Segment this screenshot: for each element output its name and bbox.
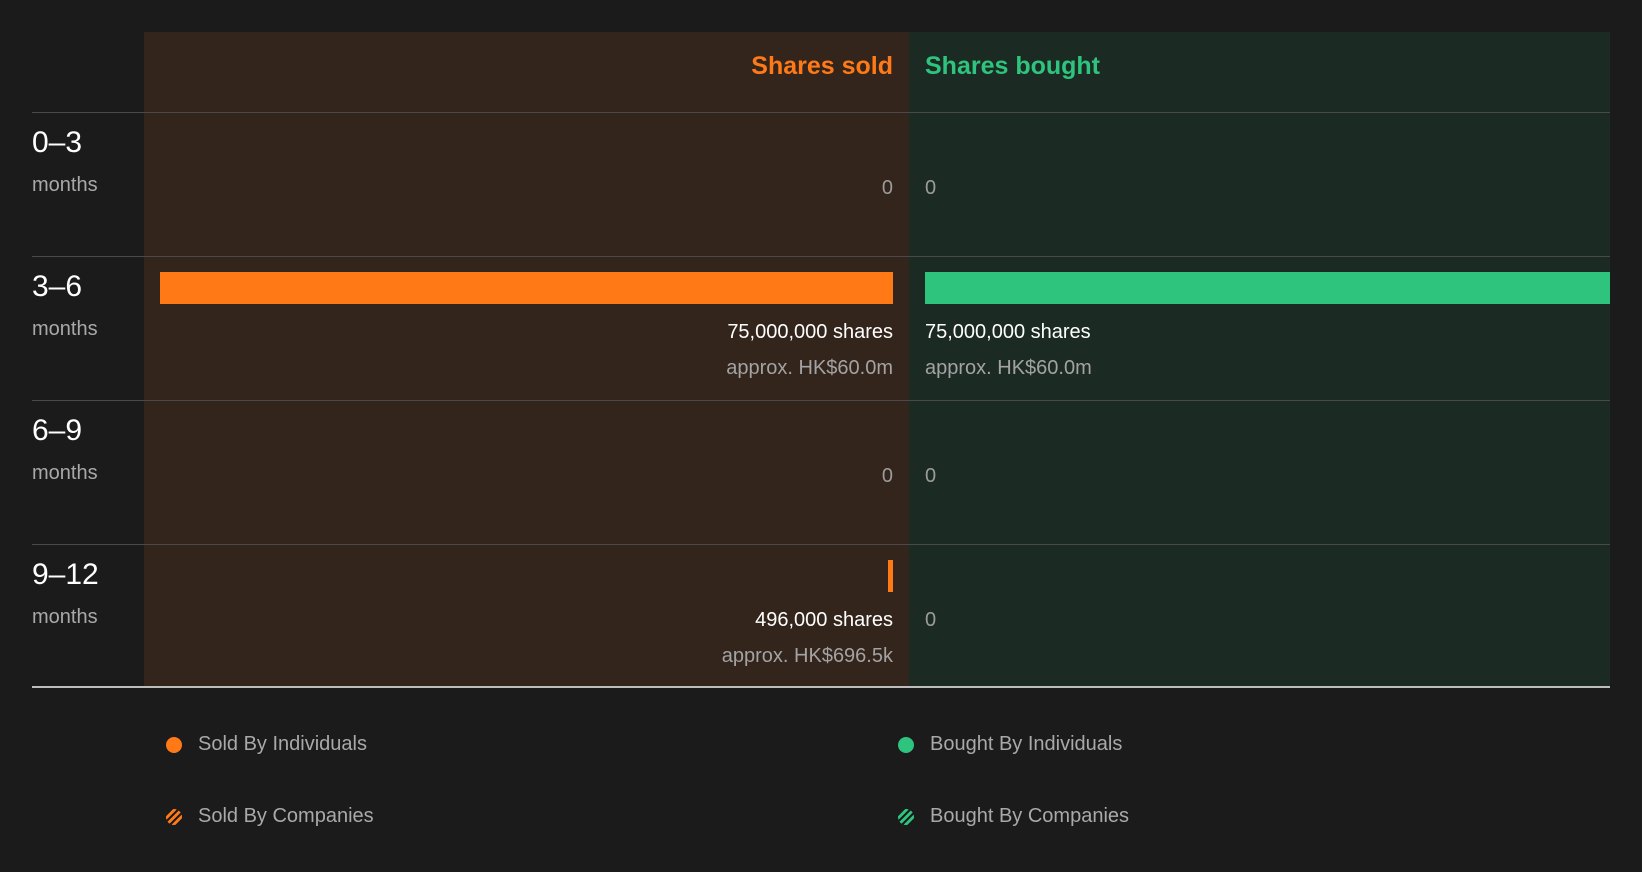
chart-row: 9–12 months 496,000 shares approx. HK$696.5… [0,544,1642,688]
row-period-unit: months [32,606,98,628]
row-period-range: 9–12 [32,558,99,591]
legend-label: Sold By Individuals [198,733,367,755]
sold-approx-value: approx. HK$696.5k [721,645,893,667]
legend-item: Sold By Individuals [166,733,367,756]
sold-shares-label: 496,000 shares [755,609,893,631]
row-period-unit: months [32,318,98,340]
bought-zero-label: 0 [925,177,937,199]
bought-approx-value: approx. HK$60.0m [925,357,1092,379]
row-period-range: 0–3 [32,126,83,159]
legend-item: Bought By Companies [898,805,1129,828]
legend-label: Bought By Individuals [930,733,1123,755]
sold-shares-label: 75,000,000 shares [727,321,893,343]
insider-trading-chart: Shares sold Shares bought 0–3 months 0 0 3–6… [0,0,1642,872]
row-period-unit: months [32,462,98,484]
sold-approx-value: approx. HK$60.0m [726,357,893,379]
legend-label: Bought By Companies [930,805,1130,827]
row-period-unit: months [32,174,98,196]
sold-zero-label: 0 [881,177,893,199]
sold-bar [160,272,893,304]
row-divider [32,256,1610,257]
row-divider [32,544,1610,545]
chart-baseline [32,686,1610,688]
bought-bar [925,272,1610,304]
chart-row: 6–9 months 0 0 [0,400,1642,544]
legend-item: Bought By Individuals [898,733,1122,756]
row-divider [32,112,1610,113]
row-period-range: 6–9 [32,414,83,447]
legend-label: Sold By Companies [198,805,374,827]
hatched-swatch-icon [166,808,182,825]
bought-zero-label: 0 [925,609,937,631]
sold-bar [888,560,893,592]
legend-item: Sold By Companies [166,805,374,828]
hatched-swatch-icon [898,808,914,825]
chart-row: 0–3 months 0 0 [0,112,1642,256]
row-period-range: 3–6 [32,270,83,303]
solid-swatch-icon [898,736,914,753]
bought-shares-label: 75,000,000 shares [925,321,1091,343]
shares-bought-header: Shares bought [925,52,1101,80]
row-divider [32,400,1610,401]
shares-sold-header: Shares sold [751,52,893,80]
bought-zero-label: 0 [925,465,937,487]
sold-zero-label: 0 [881,465,893,487]
solid-swatch-icon [166,736,182,753]
chart-row: 3–6 months 75,000,000 shares approx. HK$60.… [0,256,1642,400]
